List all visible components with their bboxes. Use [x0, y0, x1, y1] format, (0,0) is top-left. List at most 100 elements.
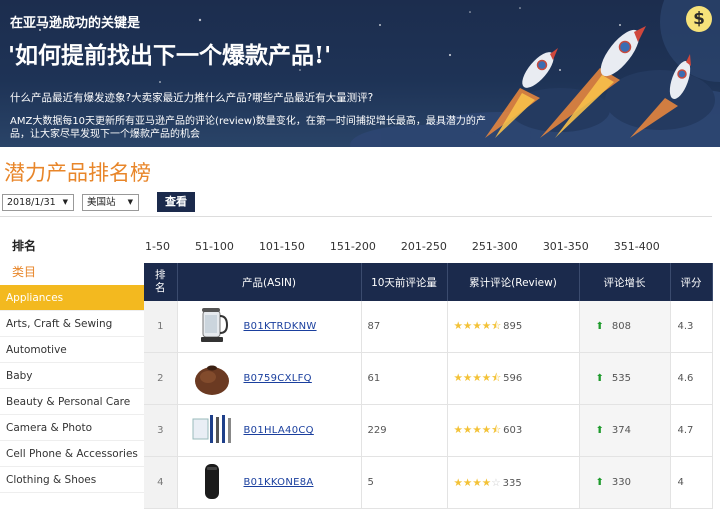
asin-link[interactable]: B01KTRDKNW: [244, 321, 317, 332]
table-row: 1 B01KTRDKNW 87 ★★★★⯪ 895 ⬆ 808 4.3: [144, 301, 713, 353]
table-row: 4 B01KKONE8A 5 ★★★★☆ 335 ⬆ 330 4: [144, 456, 713, 509]
product-thumbnail[interactable]: [190, 357, 234, 400]
header-rank: 排名: [144, 263, 178, 301]
header-product: 产品(ASIN): [177, 263, 362, 301]
star-icon: ★: [472, 319, 482, 332]
sidebar-ranking-label: 排名: [12, 239, 37, 253]
growth-value: 535: [611, 373, 631, 384]
score-cell: 4.3: [670, 301, 713, 353]
pager-link[interactable]: 101-150: [259, 240, 305, 253]
pager-link[interactable]: 251-300: [472, 240, 518, 253]
empty-star-icon: ☆: [491, 476, 501, 489]
growth-value: 808: [611, 321, 631, 332]
up-arrow-icon: ⬆: [595, 321, 604, 332]
growth-value: 374: [611, 425, 631, 436]
pager-link[interactable]: 301-350: [543, 240, 589, 253]
star-rating: ★★★★☆: [454, 477, 501, 489]
sidebar-item-camera-photo[interactable]: Camera & Photo: [0, 415, 144, 441]
prev-reviews-cell: 61: [361, 352, 448, 405]
header-growth: 评论增长: [579, 263, 671, 301]
table-row: 2 B0759CXLFQ 61 ★★★★⯪ 596 ⬆ 535 4.6: [144, 352, 713, 405]
header-rank-label: 排名: [155, 269, 166, 294]
rocket-icon: [669, 54, 691, 99]
product-thumbnail[interactable]: [190, 409, 234, 452]
sidebar-item-arts-craft-sewing[interactable]: Arts, Craft & Sewing: [0, 311, 144, 337]
category-sidebar: 排名 类目 Appliances Arts, Craft & Sewing Auto…: [0, 232, 144, 493]
date-select[interactable]: 2018/1/31 ▼: [2, 193, 74, 211]
banner-questions: 什么产品最近有爆发迹象?大卖家最近力推什么产品?哪些产品最近有大量测评?: [10, 92, 374, 104]
hero-banner: $ 在亚马逊成功的关键是 '如何提前找出下一个爆款产品!' 什么产品最近有爆发迹…: [0, 0, 720, 147]
product-cell: B0759CXLFQ: [177, 352, 362, 405]
star-icon: ★: [453, 371, 463, 384]
star-icon: ★: [481, 371, 492, 384]
sidebar-item-beauty-personal-care[interactable]: Beauty & Personal Care: [0, 389, 144, 415]
rocket-icon: [522, 48, 558, 88]
star-icon: ★: [472, 476, 482, 489]
star-icon: ★: [481, 476, 492, 489]
product-cell: B01KTRDKNW: [177, 301, 362, 353]
prev-reviews-cell: 229: [361, 404, 448, 457]
asin-link[interactable]: B01KKONE8A: [244, 477, 314, 488]
star-icon: ★: [462, 476, 473, 489]
asin-link[interactable]: B0759CXLFQ: [244, 373, 312, 384]
product-thumbnail[interactable]: [190, 461, 234, 504]
product-thumbnail[interactable]: [190, 305, 234, 348]
header-prev-reviews: 10天前评论量: [361, 263, 448, 301]
half-star-icon: ⯪: [491, 371, 502, 384]
growth-cell: ⬆ 374: [579, 404, 671, 457]
up-arrow-icon: ⬆: [595, 425, 604, 436]
pager-link[interactable]: 1-50: [145, 240, 170, 253]
review-count: 603: [503, 424, 523, 436]
header-total-reviews: 累计评论(Review): [447, 263, 580, 301]
growth-cell: ⬆ 535: [579, 352, 671, 405]
total-reviews-cell: ★★★★☆ 335: [447, 456, 580, 509]
star-rating: ★★★★⯪: [454, 372, 502, 384]
dollar-coin-icon: $: [686, 6, 712, 32]
sidebar-item-baby[interactable]: Baby: [0, 363, 144, 389]
page-title: 潜力产品排名榜: [4, 161, 151, 185]
banner-headline: '如何提前找出下一个爆款产品!': [8, 42, 332, 69]
dropdown-arrow-icon: ▼: [62, 197, 68, 206]
rocket-icon: [600, 26, 646, 77]
dropdown-arrow-icon: ▼: [127, 197, 133, 206]
pager-link[interactable]: 51-100: [195, 240, 234, 253]
prev-reviews-cell: 87: [361, 301, 448, 353]
pager-link[interactable]: 201-250: [401, 240, 447, 253]
growth-cell: ⬆ 330: [579, 456, 671, 509]
star-rating: ★★★★⯪: [454, 424, 502, 436]
sidebar-item-clothing-shoes[interactable]: Clothing & Shoes: [0, 467, 144, 493]
banner-description: AMZ大数据每10天更新所有亚马逊产品的评论(review)数量变化，在第一时间…: [10, 116, 486, 140]
divider: [0, 216, 712, 217]
sidebar-item-cell-phone-accessories[interactable]: Cell Phone & Accessories: [0, 441, 144, 467]
review-count: 596: [503, 372, 523, 384]
site-select[interactable]: 美国站 ▼: [82, 193, 139, 211]
rank-cell: 4: [144, 456, 178, 509]
prev-reviews-cell: 5: [361, 456, 448, 509]
sidebar-item-appliances[interactable]: Appliances: [0, 285, 144, 311]
star-icon: ★: [472, 423, 482, 436]
rank-cell: 1: [144, 301, 178, 353]
sidebar-item-automotive[interactable]: Automotive: [0, 337, 144, 363]
site-select-value: 美国站: [87, 196, 116, 208]
star-icon: ★: [453, 423, 463, 436]
up-arrow-icon: ⬆: [595, 477, 604, 488]
ranking-table: 排名 产品(ASIN) 10天前评论量 累计评论(Review) 评论增长 评分…: [144, 263, 713, 509]
product-cell: B01KKONE8A: [177, 456, 362, 509]
review-count: 895: [503, 320, 523, 332]
score-cell: 4: [670, 456, 713, 509]
star-icon: ★: [481, 423, 492, 436]
rockets-illustration: [485, 26, 691, 138]
pager-link[interactable]: 151-200: [330, 240, 376, 253]
score-cell: 4.7: [670, 404, 713, 457]
rank-cell: 3: [144, 404, 178, 457]
rank-cell: 2: [144, 352, 178, 405]
star-icon: ★: [453, 476, 463, 489]
star-icon: ★: [462, 319, 473, 332]
growth-cell: ⬆ 808: [579, 301, 671, 353]
review-count: 335: [502, 477, 522, 489]
banner-kicker: 在亚马逊成功的关键是: [10, 16, 141, 31]
asin-link[interactable]: B01HLA40CQ: [244, 425, 314, 436]
pager-link[interactable]: 351-400: [614, 240, 660, 253]
view-button[interactable]: 查看: [157, 192, 195, 212]
total-reviews-cell: ★★★★⯪ 603: [447, 404, 580, 457]
